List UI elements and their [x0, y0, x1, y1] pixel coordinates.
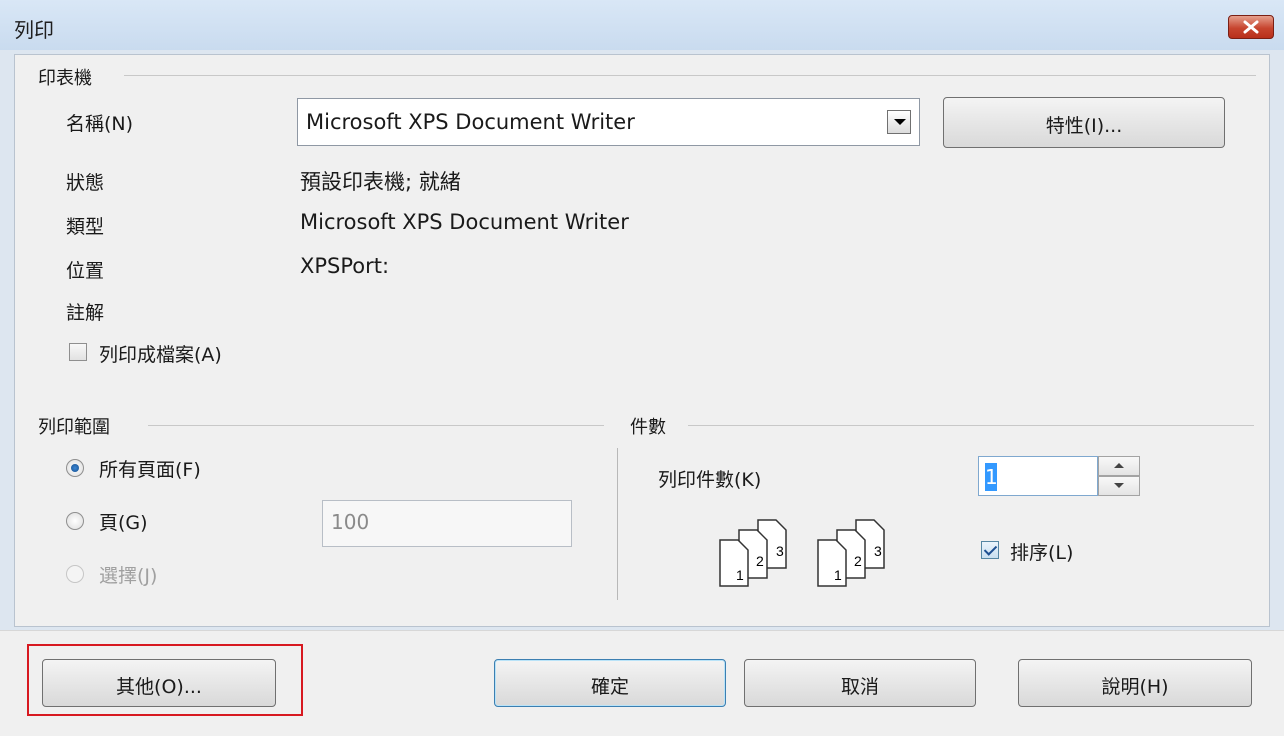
properties-button-label: 特性(I)...: [1045, 115, 1123, 137]
collate-page-1: 1: [736, 567, 744, 583]
group-separator: [617, 448, 618, 600]
copies-divider: [688, 425, 1254, 426]
print-range-divider: [148, 425, 604, 426]
copies-count-label: 列印件數(K): [658, 469, 762, 491]
collate-page-1: 1: [834, 567, 842, 583]
help-button-label: 說明(H): [1101, 676, 1169, 698]
title-bar: 列印: [0, 0, 1284, 50]
comment-label: 註解: [66, 302, 105, 324]
ok-button[interactable]: 確定: [494, 659, 726, 707]
print-range-group-label: 列印範圍: [38, 417, 110, 438]
status-value: 預設印表機; 就緒: [300, 170, 461, 194]
window-title: 列印: [14, 18, 54, 42]
pages-label[interactable]: 頁(G): [99, 508, 148, 535]
printer-name-dropdown[interactable]: Microsoft XPS Document Writer: [297, 98, 920, 146]
type-label: 類型: [66, 216, 105, 238]
printer-divider: [124, 75, 1256, 76]
print-dialog: 列印 印表機 名稱(N) Microsoft XPS Document Writ…: [0, 0, 1284, 736]
collate-page-3: 3: [874, 543, 882, 559]
printer-name-value: Microsoft XPS Document Writer: [306, 110, 635, 134]
all-pages-label[interactable]: 所有頁面(F): [99, 455, 201, 482]
print-to-file-label[interactable]: 列印成檔案(A): [99, 340, 222, 367]
print-to-file-checkbox[interactable]: [69, 343, 87, 361]
status-label: 狀態: [66, 172, 105, 194]
collate-page-2: 2: [854, 553, 862, 569]
collate-label[interactable]: 排序(L): [1010, 538, 1073, 565]
pages-radio[interactable]: [66, 512, 84, 530]
close-button[interactable]: [1228, 15, 1274, 39]
selection-radio[interactable]: [66, 565, 84, 583]
cancel-button[interactable]: 取消: [744, 659, 976, 707]
cancel-button-label: 取消: [840, 676, 879, 698]
pages-input[interactable]: 100: [322, 500, 572, 547]
chevron-down-icon[interactable]: [887, 110, 911, 134]
printer-group-label: 印表機: [38, 68, 92, 89]
highlight-frame: [27, 644, 303, 716]
ok-button-label: 確定: [590, 676, 629, 698]
collate-page-3: 3: [776, 543, 784, 559]
location-value: XPSPort:: [300, 254, 390, 278]
copies-count-value: 1: [985, 463, 998, 491]
location-label: 位置: [66, 260, 105, 282]
spin-down-arrow-icon[interactable]: [1098, 476, 1140, 496]
collate-page-2: 2: [756, 553, 764, 569]
pages-input-value: 100: [331, 510, 370, 534]
collate-pages-icon: 3 2 1: [719, 519, 787, 587]
all-pages-radio[interactable]: [66, 459, 84, 477]
properties-button[interactable]: 特性(I)...: [943, 97, 1225, 148]
collate-checkbox[interactable]: [981, 541, 999, 559]
collate-pages-icon: 3 2 1: [817, 519, 885, 587]
selection-label[interactable]: 選擇(J): [99, 561, 157, 588]
copies-count-input[interactable]: 1: [978, 456, 1098, 496]
printer-name-label: 名稱(N): [66, 113, 134, 135]
type-value: Microsoft XPS Document Writer: [300, 210, 629, 234]
help-button[interactable]: 說明(H): [1018, 659, 1252, 707]
close-icon: [1243, 20, 1259, 34]
spin-up-arrow-icon[interactable]: [1098, 456, 1140, 476]
copies-spinner: [1098, 456, 1140, 496]
copies-group-label: 件數: [630, 417, 666, 438]
